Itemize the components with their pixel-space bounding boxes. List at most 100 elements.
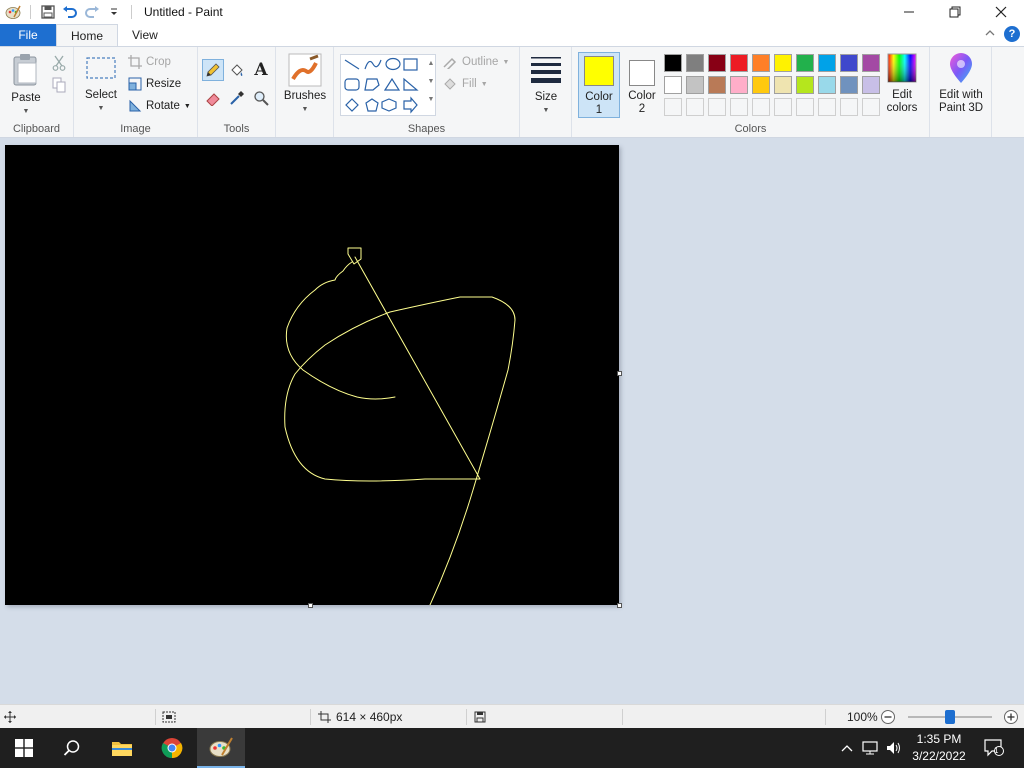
- file-explorer-button[interactable]: [98, 728, 146, 768]
- custom-color-slot[interactable]: [752, 98, 770, 116]
- redo-icon[interactable]: [81, 1, 103, 23]
- color1-button[interactable]: Color 1: [578, 52, 620, 118]
- triangle-shape-icon[interactable]: [383, 77, 401, 91]
- edit-with-paint3d-button[interactable]: Edit with Paint 3D: [932, 53, 990, 115]
- palette-swatch[interactable]: [752, 54, 770, 72]
- zoom-slider[interactable]: [908, 710, 992, 724]
- palette-swatch[interactable]: [840, 76, 858, 94]
- collapse-ribbon-icon[interactable]: [984, 27, 996, 41]
- polygon-shape-icon[interactable]: [364, 78, 380, 91]
- palette-swatch[interactable]: [730, 76, 748, 94]
- edit-colors-label: Edit: [892, 89, 912, 101]
- search-button[interactable]: [48, 728, 96, 768]
- outline-button[interactable]: Outline ▼: [442, 52, 509, 72]
- cut-icon[interactable]: [48, 52, 70, 74]
- restore-button[interactable]: [932, 0, 978, 24]
- palette-swatch[interactable]: [796, 76, 814, 94]
- show-hidden-icons[interactable]: [838, 728, 856, 768]
- shape-gallery-scroll[interactable]: ▲ ▼ ▼: [426, 55, 436, 115]
- save-icon[interactable]: [37, 1, 59, 23]
- pentagon-shape-icon[interactable]: [365, 98, 379, 112]
- palette-swatch[interactable]: [708, 76, 726, 94]
- palette-swatch[interactable]: [730, 54, 748, 72]
- palette-swatch[interactable]: [818, 76, 836, 94]
- close-button[interactable]: [978, 0, 1024, 24]
- palette-swatch[interactable]: [774, 54, 792, 72]
- tab-file[interactable]: File: [0, 24, 56, 46]
- custom-color-slot[interactable]: [686, 98, 704, 116]
- network-status[interactable]: [860, 728, 880, 768]
- drawing-canvas[interactable]: [5, 145, 619, 606]
- palette-swatch[interactable]: [686, 54, 704, 72]
- hexagon-shape-icon[interactable]: [381, 98, 397, 112]
- right-arrow-shape-icon[interactable]: [403, 96, 418, 114]
- magnifier-icon[interactable]: [250, 87, 272, 109]
- palette-swatch[interactable]: [752, 76, 770, 94]
- help-icon[interactable]: ?: [1004, 26, 1020, 42]
- rounded-rectangle-shape-icon[interactable]: [344, 78, 360, 91]
- paint-app-icon[interactable]: [2, 1, 24, 23]
- custom-color-slot[interactable]: [730, 98, 748, 116]
- image-group-label: Image: [120, 123, 151, 135]
- crop-button[interactable]: Crop: [128, 52, 171, 72]
- resize-handle-right[interactable]: [617, 371, 622, 376]
- fill-bucket-icon[interactable]: [226, 59, 248, 81]
- paste-button[interactable]: Paste ▼: [6, 53, 46, 118]
- resize-handle-corner[interactable]: [617, 603, 622, 608]
- color-picker-icon[interactable]: [226, 87, 248, 109]
- tab-view[interactable]: View: [118, 24, 172, 46]
- palette-swatch[interactable]: [818, 54, 836, 72]
- palette-swatch[interactable]: [664, 76, 682, 94]
- zoom-in-icon: [1004, 710, 1018, 724]
- resize-handle-bottom[interactable]: [308, 603, 313, 608]
- text-icon[interactable]: A: [250, 59, 272, 81]
- action-center-button[interactable]: 1: [982, 728, 1006, 768]
- custom-color-slot[interactable]: [796, 98, 814, 116]
- curve-shape-icon[interactable]: [364, 59, 382, 70]
- custom-color-slot[interactable]: [774, 98, 792, 116]
- palette-swatch[interactable]: [664, 54, 682, 72]
- color2-button[interactable]: Color 2: [622, 52, 662, 118]
- oval-shape-icon[interactable]: [385, 57, 401, 71]
- palette-swatch[interactable]: [686, 76, 704, 94]
- zoom-slider-thumb[interactable]: [945, 710, 955, 724]
- copy-icon[interactable]: [48, 74, 70, 96]
- diamond-shape-icon[interactable]: [345, 98, 359, 112]
- select-button[interactable]: Select ▼: [82, 55, 120, 115]
- zoom-in-button[interactable]: [1003, 705, 1019, 729]
- resize-button[interactable]: Resize: [128, 74, 181, 94]
- pencil-icon[interactable]: [202, 59, 224, 81]
- palette-swatch[interactable]: [774, 76, 792, 94]
- custom-color-slot[interactable]: [840, 98, 858, 116]
- eraser-icon[interactable]: [202, 87, 224, 109]
- edit-colors-button[interactable]: Edit colors: [878, 53, 926, 115]
- minimize-button[interactable]: [886, 0, 932, 24]
- custom-color-slot[interactable]: [664, 98, 682, 116]
- custom-color-slot[interactable]: [818, 98, 836, 116]
- window-title: Untitled - Paint: [144, 5, 223, 19]
- paint3d-icon: [950, 53, 972, 83]
- brush-icon: [288, 53, 322, 87]
- tab-home[interactable]: Home: [56, 24, 119, 46]
- size-button[interactable]: Size ▼: [526, 55, 566, 117]
- line-shape-icon[interactable]: [344, 59, 360, 70]
- palette-swatch[interactable]: [796, 54, 814, 72]
- chrome-button[interactable]: [148, 728, 196, 768]
- start-button[interactable]: [0, 728, 48, 768]
- custom-color-slot[interactable]: [708, 98, 726, 116]
- zoom-out-icon: [881, 710, 895, 724]
- tools-group-label: Tools: [223, 123, 250, 135]
- rectangle-shape-icon[interactable]: [403, 58, 418, 71]
- rotate-button[interactable]: Rotate ▼: [128, 96, 191, 116]
- palette-swatch[interactable]: [840, 54, 858, 72]
- customize-qat-icon[interactable]: [103, 1, 125, 23]
- palette-swatch[interactable]: [708, 54, 726, 72]
- line-size-icon: [531, 57, 561, 83]
- undo-icon[interactable]: [59, 1, 81, 23]
- zoom-out-button[interactable]: [880, 705, 896, 729]
- system-clock[interactable]: 1:35 PM 3/22/2022: [900, 731, 978, 765]
- right-triangle-shape-icon[interactable]: [403, 77, 419, 91]
- brushes-button[interactable]: Brushes ▼: [282, 53, 328, 116]
- fill-button[interactable]: Fill ▼: [442, 74, 488, 94]
- paint-taskbar-button[interactable]: [197, 728, 245, 768]
